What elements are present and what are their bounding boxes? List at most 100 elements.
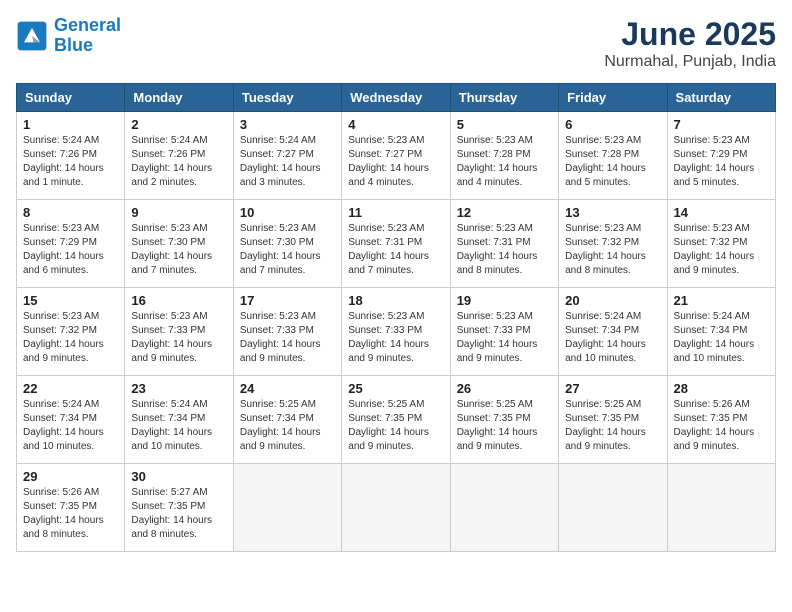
table-row: 30 Sunrise: 5:27 AMSunset: 7:35 PMDayligh… (125, 464, 233, 552)
day-info: Sunrise: 5:24 AMSunset: 7:34 PMDaylight:… (131, 398, 226, 454)
day-number: 24 (240, 381, 335, 396)
day-number: 7 (674, 117, 769, 132)
day-number: 12 (457, 205, 552, 220)
table-row: 6Sunrise: 5:23 AMSunset: 7:28 PMDaylight… (559, 112, 667, 200)
day-number: 2 (131, 117, 226, 132)
day-number: 13 (565, 205, 660, 220)
table-row: 26Sunrise: 5:25 AMSunset: 7:35 PMDayligh… (450, 376, 558, 464)
header-monday: Monday (125, 84, 233, 112)
week-row: 29 Sunrise: 5:26 AMSunset: 7:35 PMDayligh… (17, 464, 776, 552)
table-row: 29 Sunrise: 5:26 AMSunset: 7:35 PMDayligh… (17, 464, 125, 552)
header-tuesday: Tuesday (233, 84, 341, 112)
day-info: Sunrise: 5:23 AMSunset: 7:30 PMDaylight:… (131, 222, 226, 278)
day-info: Sunrise: 5:23 AMSunset: 7:31 PMDaylight:… (457, 222, 552, 278)
table-row: 28 Sunrise: 5:26 AMSunset: 7:35 PMDayligh… (667, 376, 775, 464)
day-info: Sunrise: 5:24 AMSunset: 7:26 PMDaylight:… (23, 134, 118, 190)
month-title: June 2025 (604, 16, 776, 53)
day-number: 28 (674, 381, 769, 396)
table-row: 14 Sunrise: 5:23 AMSunset: 7:32 PMDayligh… (667, 200, 775, 288)
location-title: Nurmahal, Punjab, India (604, 53, 776, 71)
day-info: Sunrise: 5:27 AMSunset: 7:35 PMDaylight:… (131, 486, 226, 542)
table-row: 9 Sunrise: 5:23 AMSunset: 7:30 PMDaylight… (125, 200, 233, 288)
logo: General Blue (16, 16, 121, 56)
day-number: 15 (23, 293, 118, 308)
table-row: 12 Sunrise: 5:23 AMSunset: 7:31 PMDayligh… (450, 200, 558, 288)
day-info: Sunrise: 5:23 AMSunset: 7:28 PMDaylight:… (457, 134, 552, 190)
day-number: 4 (348, 117, 443, 132)
day-info: Sunrise: 5:26 AMSunset: 7:35 PMDaylight:… (674, 398, 769, 454)
table-row: 18 Sunrise: 5:23 AMSunset: 7:33 PMDayligh… (342, 288, 450, 376)
logo-icon (16, 20, 48, 52)
table-row: 10Sunrise: 5:23 AMSunset: 7:30 PMDayligh… (233, 200, 341, 288)
table-row: 24 Sunrise: 5:25 AMSunset: 7:34 PMDayligh… (233, 376, 341, 464)
table-row: 19Sunrise: 5:23 AMSunset: 7:33 PMDayligh… (450, 288, 558, 376)
day-number: 23 (131, 381, 226, 396)
table-row: 23 Sunrise: 5:24 AMSunset: 7:34 PMDayligh… (125, 376, 233, 464)
day-number: 3 (240, 117, 335, 132)
day-number: 14 (674, 205, 769, 220)
day-info: Sunrise: 5:23 AMSunset: 7:32 PMDaylight:… (23, 310, 118, 366)
day-number: 21 (674, 293, 769, 308)
week-row: 1 Sunrise: 5:24 AMSunset: 7:26 PMDaylight… (17, 112, 776, 200)
table-row: 13Sunrise: 5:23 AMSunset: 7:32 PMDayligh… (559, 200, 667, 288)
day-number: 17 (240, 293, 335, 308)
logo-line1: General (54, 15, 121, 35)
week-row: 22 Sunrise: 5:24 AMSunset: 7:34 PMDayligh… (17, 376, 776, 464)
day-info: Sunrise: 5:24 AMSunset: 7:26 PMDaylight:… (131, 134, 226, 190)
calendar: Sunday Monday Tuesday Wednesday Thursday… (16, 83, 776, 552)
day-info: Sunrise: 5:24 AMSunset: 7:27 PMDaylight:… (240, 134, 335, 190)
table-row (559, 464, 667, 552)
table-row: 7 Sunrise: 5:23 AMSunset: 7:29 PMDaylight… (667, 112, 775, 200)
day-number: 27 (565, 381, 660, 396)
table-row: 20Sunrise: 5:24 AMSunset: 7:34 PMDayligh… (559, 288, 667, 376)
day-info: Sunrise: 5:23 AMSunset: 7:33 PMDaylight:… (240, 310, 335, 366)
table-row: 8 Sunrise: 5:23 AMSunset: 7:29 PMDaylight… (17, 200, 125, 288)
calendar-header-row: Sunday Monday Tuesday Wednesday Thursday… (17, 84, 776, 112)
day-number: 9 (131, 205, 226, 220)
day-number: 20 (565, 293, 660, 308)
table-row: 21 Sunrise: 5:24 AMSunset: 7:34 PMDayligh… (667, 288, 775, 376)
day-info: Sunrise: 5:23 AMSunset: 7:31 PMDaylight:… (348, 222, 443, 278)
table-row: 11 Sunrise: 5:23 AMSunset: 7:31 PMDayligh… (342, 200, 450, 288)
day-number: 26 (457, 381, 552, 396)
day-info: Sunrise: 5:23 AMSunset: 7:32 PMDaylight:… (674, 222, 769, 278)
header-friday: Friday (559, 84, 667, 112)
table-row (667, 464, 775, 552)
day-number: 6 (565, 117, 660, 132)
day-number: 29 (23, 469, 118, 484)
table-row: 2 Sunrise: 5:24 AMSunset: 7:26 PMDaylight… (125, 112, 233, 200)
day-number: 30 (131, 469, 226, 484)
day-number: 8 (23, 205, 118, 220)
table-row: 16Sunrise: 5:23 AMSunset: 7:33 PMDayligh… (125, 288, 233, 376)
day-number: 1 (23, 117, 118, 132)
title-area: June 2025 Nurmahal, Punjab, India (604, 16, 776, 71)
day-number: 5 (457, 117, 552, 132)
header-thursday: Thursday (450, 84, 558, 112)
table-row (450, 464, 558, 552)
table-row: 27Sunrise: 5:25 AMSunset: 7:35 PMDayligh… (559, 376, 667, 464)
day-number: 25 (348, 381, 443, 396)
day-info: Sunrise: 5:24 AMSunset: 7:34 PMDaylight:… (23, 398, 118, 454)
day-info: Sunrise: 5:23 AMSunset: 7:33 PMDaylight:… (131, 310, 226, 366)
table-row: 1 Sunrise: 5:24 AMSunset: 7:26 PMDaylight… (17, 112, 125, 200)
page-header: General Blue June 2025 Nurmahal, Punjab,… (16, 16, 776, 71)
day-number: 11 (348, 205, 443, 220)
day-number: 19 (457, 293, 552, 308)
header-saturday: Saturday (667, 84, 775, 112)
day-info: Sunrise: 5:23 AMSunset: 7:33 PMDaylight:… (348, 310, 443, 366)
logo-text: General Blue (54, 16, 121, 56)
day-info: Sunrise: 5:24 AMSunset: 7:34 PMDaylight:… (674, 310, 769, 366)
day-number: 18 (348, 293, 443, 308)
table-row: 3 Sunrise: 5:24 AMSunset: 7:27 PMDaylight… (233, 112, 341, 200)
day-number: 22 (23, 381, 118, 396)
day-info: Sunrise: 5:23 AMSunset: 7:29 PMDaylight:… (23, 222, 118, 278)
day-info: Sunrise: 5:23 AMSunset: 7:30 PMDaylight:… (240, 222, 335, 278)
day-info: Sunrise: 5:25 AMSunset: 7:34 PMDaylight:… (240, 398, 335, 454)
day-info: Sunrise: 5:23 AMSunset: 7:29 PMDaylight:… (674, 134, 769, 190)
week-row: 8 Sunrise: 5:23 AMSunset: 7:29 PMDaylight… (17, 200, 776, 288)
table-row: 25 Sunrise: 5:25 AMSunset: 7:35 PMDayligh… (342, 376, 450, 464)
day-info: Sunrise: 5:26 AMSunset: 7:35 PMDaylight:… (23, 486, 118, 542)
table-row: 5 Sunrise: 5:23 AMSunset: 7:28 PMDaylight… (450, 112, 558, 200)
day-info: Sunrise: 5:25 AMSunset: 7:35 PMDaylight:… (348, 398, 443, 454)
table-row (342, 464, 450, 552)
